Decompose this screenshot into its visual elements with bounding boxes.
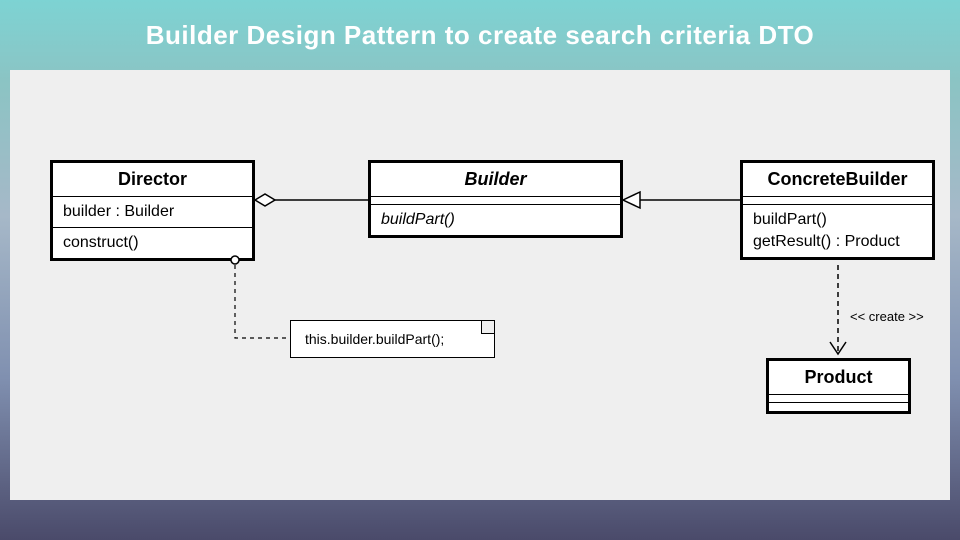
- class-director: Director builder : Builder construct(): [50, 160, 255, 261]
- method: construct(): [63, 232, 242, 254]
- stereotype-create: << create >>: [850, 309, 924, 324]
- empty-section: [769, 403, 908, 411]
- class-concretebuilder: ConcreteBuilder buildPart() getResult() …: [740, 160, 935, 260]
- class-builder-name: Builder: [371, 163, 620, 197]
- empty-section: [743, 197, 932, 205]
- method: getResult() : Product: [753, 231, 922, 253]
- class-director-attrs: builder : Builder: [53, 197, 252, 228]
- realization-triangle-icon: [623, 192, 640, 208]
- rel-note-anchor: [235, 265, 290, 338]
- uml-note: this.builder.buildPart();: [290, 320, 495, 358]
- aggregation-diamond-icon: [255, 194, 275, 206]
- class-product-name: Product: [769, 361, 908, 395]
- class-director-methods: construct(): [53, 228, 252, 258]
- class-concrete-methods: buildPart() getResult() : Product: [743, 205, 932, 257]
- class-director-name: Director: [53, 163, 252, 197]
- connectors: Product (dashed with open arrow) -->: [10, 70, 950, 500]
- class-concrete-name: ConcreteBuilder: [743, 163, 932, 197]
- attr: builder : Builder: [63, 201, 242, 223]
- dependency-arrow-icon: [830, 342, 846, 354]
- page-title: Builder Design Pattern to create search …: [0, 0, 960, 51]
- method: buildPart(): [753, 209, 922, 231]
- note-text: this.builder.buildPart();: [305, 331, 444, 347]
- class-product: Product: [766, 358, 911, 414]
- empty-section: [371, 197, 620, 205]
- class-builder-methods: buildPart(): [371, 205, 620, 235]
- empty-section: [769, 395, 908, 403]
- diagram-canvas: Director builder : Builder construct() B…: [10, 70, 950, 500]
- method: buildPart(): [381, 209, 610, 231]
- class-builder: Builder buildPart(): [368, 160, 623, 238]
